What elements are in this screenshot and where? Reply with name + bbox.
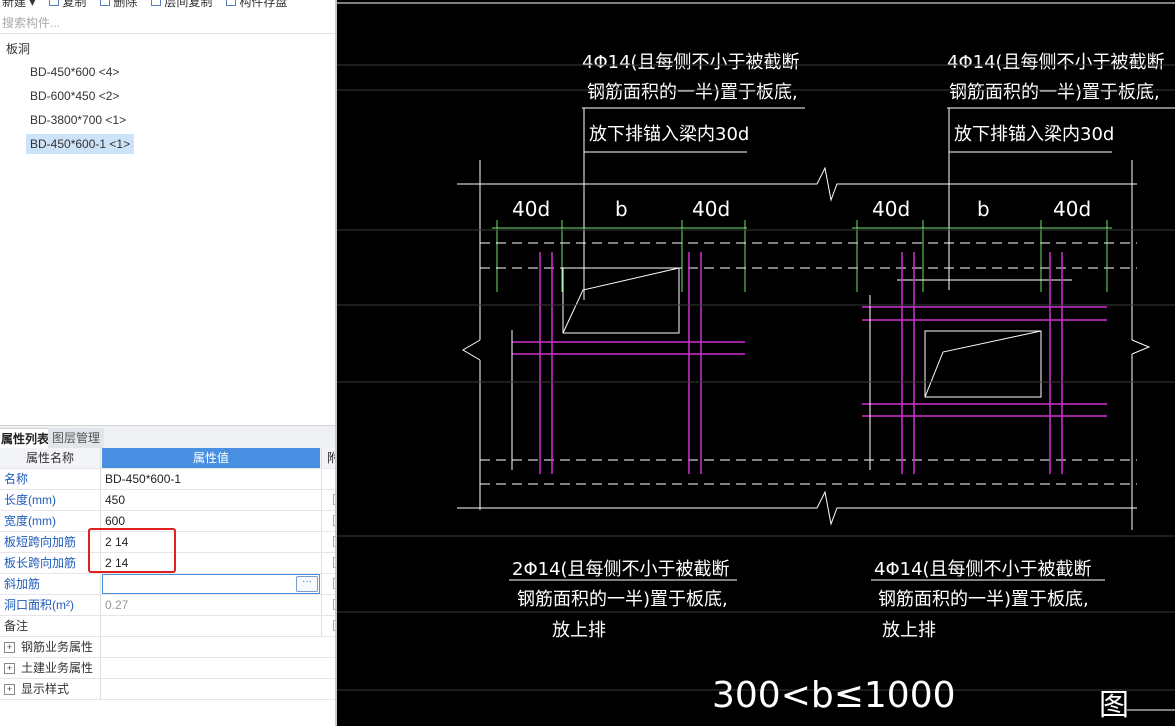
property-group-name: + 土建业务属性 [0, 658, 101, 678]
property-group-row[interactable]: + 显示样式 [0, 679, 335, 700]
property-extra [321, 511, 335, 531]
property-value[interactable]: 450 [102, 490, 320, 510]
property-name: 斜加筋 [0, 574, 101, 594]
property-name: 宽度(mm) [0, 511, 101, 531]
right-detail: 4Φ14(且每侧不小于被截断 钢筋面积的一半)置于板底, 放下排锚入梁内30d … [852, 52, 1175, 641]
header-value: 属性值 [102, 448, 320, 468]
property-extra [321, 574, 335, 594]
cad-drawing: 4Φ14(且每侧不小于被截断 钢筋面积的一半)置于板底, 放下排锚入梁内30d … [337, 2, 1175, 723]
property-value [102, 658, 320, 678]
floor-copy-icon [151, 0, 162, 6]
property-value-editing[interactable] [102, 574, 320, 594]
property-group-row[interactable]: + 钢筋业务属性 [0, 637, 335, 658]
property-name: 备注 [0, 616, 101, 636]
property-row[interactable]: 长度(mm) 450 [0, 490, 335, 511]
property-extra [321, 490, 335, 510]
property-extra [321, 532, 335, 552]
search-input[interactable]: 搜索构件... [0, 14, 335, 34]
property-name: 名称 [0, 469, 101, 489]
copy-icon [49, 0, 60, 6]
save-component-button[interactable]: 构件存盘 [226, 0, 288, 9]
group-label: 土建业务属性 [21, 661, 94, 675]
property-extra [321, 595, 335, 615]
highlight-annotation [88, 528, 176, 573]
note-text: 放上排 [552, 620, 606, 641]
property-value [102, 679, 320, 699]
tree-item[interactable]: BD-3800*700 <1> [26, 110, 130, 130]
tree-item[interactable]: BD-450*600 <4> [26, 62, 123, 82]
note-text: 4Φ14(且每侧不小于被截断 [582, 52, 800, 73]
group-label: 钢筋业务属性 [21, 640, 94, 654]
property-name: 板短跨向加筋 [0, 532, 101, 552]
more-options-button[interactable]: ··· [296, 576, 318, 592]
delete-label: 删除 [113, 0, 138, 9]
dim-text: 40d [1053, 197, 1091, 221]
property-value[interactable]: BD-450*600-1 [102, 469, 320, 489]
note-text: 4Φ14(且每侧不小于被截断 [947, 52, 1165, 73]
save-icon [226, 0, 237, 6]
note-text: 钢筋面积的一半)置于板底, [878, 589, 1089, 610]
group-label: 显示样式 [21, 682, 70, 696]
dim-text: 40d [872, 197, 910, 221]
property-value[interactable] [102, 616, 320, 636]
note-text: 钢筋面积的一半)置于板底, [949, 82, 1160, 103]
property-extra [321, 469, 335, 489]
dim-text: 40d [692, 197, 730, 221]
property-row[interactable]: 名称 BD-450*600-1 [0, 469, 335, 490]
dim-text: b [615, 197, 628, 221]
new-label: 新建 ▾ [2, 0, 36, 9]
dim-text: 40d [512, 197, 550, 221]
tree-item[interactable]: BD-600*450 <2> [26, 86, 123, 106]
tab-properties[interactable]: 属性列表 [0, 428, 55, 449]
property-extra [321, 616, 335, 636]
copy-label: 复制 [62, 0, 87, 9]
note-text: 钢筋面积的一半)置于板底, [517, 589, 728, 610]
property-row[interactable]: 备注 [0, 616, 335, 637]
copy-button[interactable]: 复制 [49, 0, 87, 9]
delete-button[interactable]: 删除 [100, 0, 138, 9]
property-name: 板长跨向加筋 [0, 553, 101, 573]
dim-text: b [977, 197, 990, 221]
floor-copy-button[interactable]: 层间复制 [151, 0, 213, 9]
property-row[interactable]: 洞口面积(m²) 0.27 [0, 595, 335, 616]
floor-copy-label: 层间复制 [164, 0, 213, 9]
property-header-row: 属性名称 属性值 附 [0, 448, 335, 469]
expand-icon[interactable]: + [4, 684, 15, 696]
property-value [102, 637, 320, 657]
save-label: 构件存盘 [239, 0, 288, 9]
left-panel: 新建 ▾ 复制 删除 层间复制 构件存盘 搜索构件... 板洞 BD-450*6… [0, 0, 335, 726]
note-text: 放下排锚入梁内30d [589, 124, 749, 145]
note-text: 放下排锚入梁内30d [954, 124, 1114, 145]
expand-icon[interactable]: + [4, 663, 15, 675]
header-name: 属性名称 [0, 448, 101, 468]
property-name: 长度(mm) [0, 490, 101, 510]
new-button[interactable]: 新建 ▾ [2, 0, 36, 9]
property-tabs: 属性列表 图层管理 [0, 425, 335, 449]
property-group-row[interactable]: + 土建业务属性 [0, 658, 335, 679]
cad-drawing-canvas[interactable]: 4Φ14(且每侧不小于被截断 钢筋面积的一半)置于板底, 放下排锚入梁内30d … [337, 0, 1175, 726]
trash-icon [100, 0, 111, 6]
tree-item-selected[interactable]: BD-450*600-1 <1> [26, 134, 135, 154]
property-group-name: + 显示样式 [0, 679, 101, 699]
note-text: 2Φ14(且每侧不小于被截断 [512, 559, 730, 580]
property-value: 0.27 [105, 598, 129, 612]
property-group-name: + 钢筋业务属性 [0, 637, 101, 657]
header-extra: 附 [321, 448, 335, 468]
formula-text: 300<b≤1000 [712, 675, 956, 716]
note-text: 放上排 [882, 620, 936, 641]
component-toolbar: 新建 ▾ 复制 删除 层间复制 构件存盘 [0, 0, 335, 9]
tree-root-label[interactable]: 板洞 [6, 40, 30, 57]
property-name: 洞口面积(m²) [0, 595, 101, 615]
figure-label: 图 [1099, 688, 1129, 723]
tab-layers[interactable]: 图层管理 [48, 428, 105, 448]
property-extra [321, 553, 335, 573]
property-row[interactable]: 斜加筋 ··· [0, 574, 335, 595]
note-text: 4Φ14(且每侧不小于被截断 [874, 559, 1092, 580]
expand-icon[interactable]: + [4, 642, 15, 654]
note-text: 钢筋面积的一半)置于板底, [587, 82, 798, 103]
